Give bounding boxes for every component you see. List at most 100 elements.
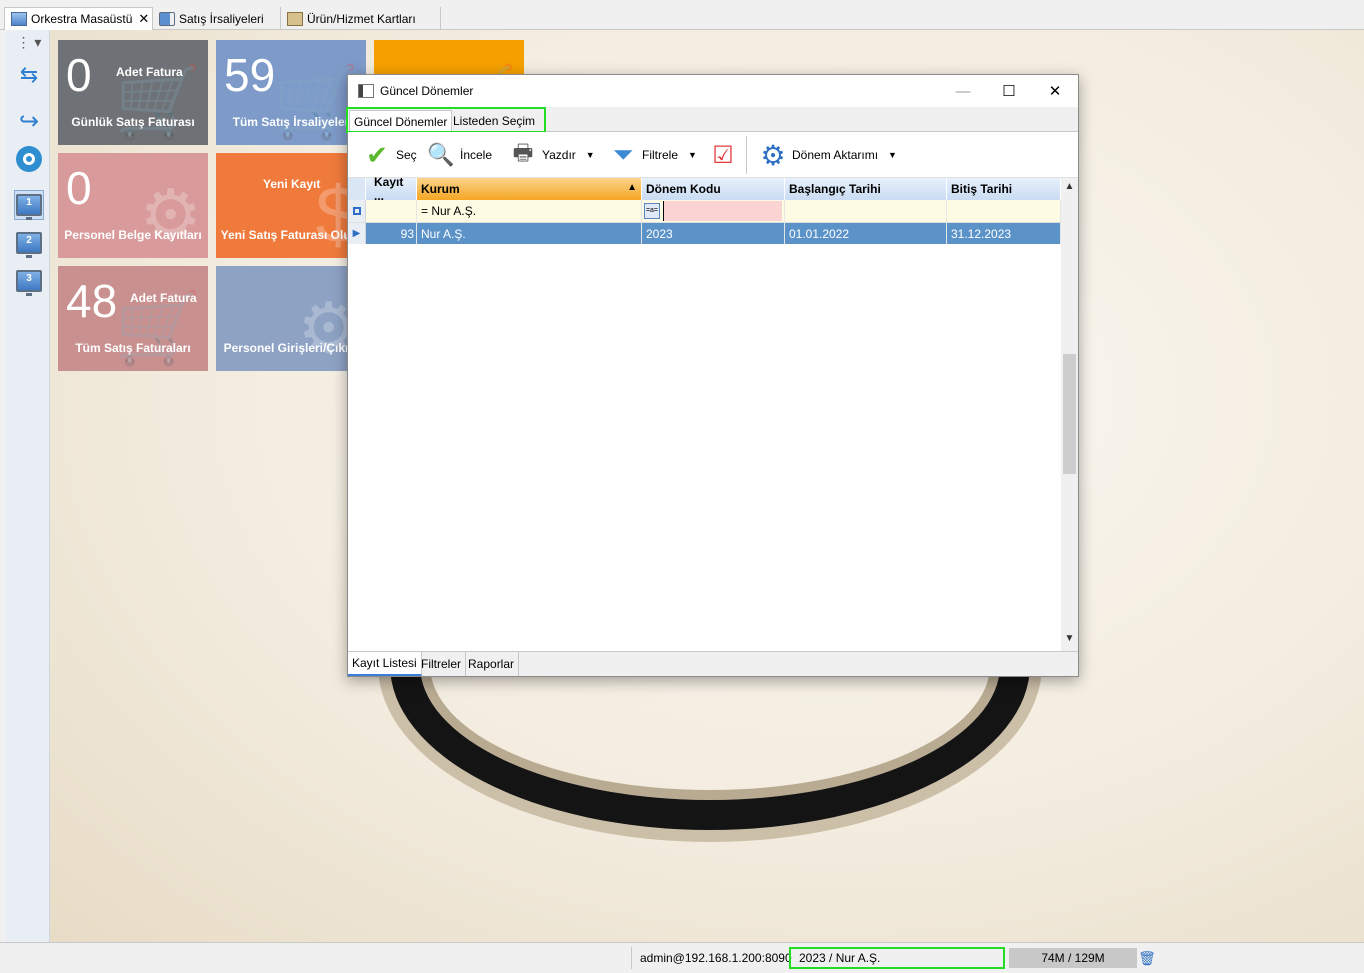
filter-bitis[interactable] [947,200,1061,222]
sec-button[interactable]: ✔ Seç [362,140,417,170]
tile-label: Tüm Satış Faturaları [75,341,191,355]
app-tab-bar: Orkestra Masaüstü ✕ Satış İrsaliyeleri Ü… [0,7,1364,30]
incele-button[interactable]: 🔍 İncele [426,140,492,170]
tab-urun-hizmet-kartlari[interactable]: Ürün/Hizmet Kartları [281,7,441,30]
active-period[interactable]: 2023 / Nur A.Ş. [789,947,1005,969]
filter-row-indicator [348,200,366,222]
tab-filtreler[interactable]: Filtreler [417,652,467,676]
dropdown-arrow-icon[interactable]: ▼ [888,150,897,160]
status-bar: admin@192.168.1.200:8090 2023 / Nur A.Ş.… [0,942,1364,973]
checklist-icon: ☑ [712,141,734,169]
col-bitis-tarihi[interactable]: Bitiş Tarihi [947,178,1061,200]
highlight-box [346,107,546,133]
cell-kayit: 93 [366,223,417,244]
cell-baslangic: 01.01.2022 [785,223,947,244]
header-indicator [348,178,366,200]
filter-kurum[interactable]: = Nur A.Ş. [417,200,642,222]
tab-kayit-listesi[interactable]: Kayıt Listesi [348,652,422,676]
desktop-2-button[interactable]: 2 [14,228,44,258]
tile-personel-girisleri[interactable]: ⚙ Personel Girişleri/Çıkışl [216,266,366,371]
tile-caption: Adet Fatura [116,65,183,79]
tile-caption: Yeni Kayıt [263,177,321,191]
printer-icon: 🖶 [512,140,534,165]
vertical-scrollbar[interactable]: ▲ ▼ [1061,178,1078,651]
gear-icon: ⚙ [760,139,786,171]
scroll-down-icon[interactable]: ▼ [1061,630,1078,647]
col-donem-kodu[interactable]: Dönem Kodu [642,178,785,200]
filter-row: = Nur A.Ş. =a= [348,200,1061,223]
scroll-up-icon[interactable]: ▲ [1061,178,1078,195]
table-row[interactable]: ▶ 93 Nur A.Ş. 2023 01.01.2022 31.12.2023 [348,223,1061,244]
settings-icon[interactable] [14,144,44,174]
filter-donem-input[interactable] [663,201,782,221]
trash-icon[interactable]: 🗑 [1138,949,1156,967]
desktop-icon [11,12,27,26]
yazdir-button[interactable]: 🖶 Yazdır ▼ [508,140,595,170]
tab-orkestra-masaustu[interactable]: Orkestra Masaüstü ✕ [4,7,153,30]
toolbar-separator [746,136,747,174]
connection-info: admin@192.168.1.200:8090 [631,947,792,969]
grid-header: Kayıt ... Kurum ▲ Dönem Kodu Başlangıç T… [348,175,1061,203]
dialog-title: Güncel Dönemler [380,84,474,98]
tile-gunluk-satis-faturasi[interactable]: 🛒 0 Adet Fatura Günlük Satış Faturası [58,40,208,145]
guncel-donemler-dialog: Güncel Dönemler — ☐ ✕ Güncel Dönemler Li… [346,74,1079,677]
desktop-1-button[interactable]: 1 [14,190,44,220]
tile-tum-satis-faturalari[interactable]: 🛒 48 Adet Fatura Tüm Satış Faturaları [58,266,208,371]
new-record-icon[interactable]: ↪ [14,106,44,136]
tab-raporlar[interactable]: Raporlar [464,652,520,676]
tile-number: 59 [224,49,276,101]
magnifier-icon: 🔍 [427,142,455,167]
tile-number: 0 [66,49,92,101]
checkmark-icon: ✔ [366,139,388,170]
tab-satis-irsaliyeleri[interactable]: Satış İrsaliyeleri [153,7,281,30]
close-icon[interactable]: ✕ [138,11,149,27]
col-kurum[interactable]: Kurum ▲ [417,178,642,200]
maximize-button[interactable]: ☐ [986,75,1032,107]
tile-label: Personel Girişleri/Çıkışl [223,341,359,355]
tile-label: Tüm Satış İrsaliyeler [232,115,350,129]
tile-number: 0 [66,162,92,214]
scroll-thumb[interactable] [1063,354,1076,474]
close-button[interactable]: ✕ [1032,75,1078,107]
sort-ascending-icon: ▲ [627,182,637,193]
filter-operator-badge[interactable]: =a= [644,203,660,219]
period-grid: Kayıt ... Kurum ▲ Dönem Kodu Başlangıç T… [348,175,1078,651]
tab-label: Orkestra Masaüstü [31,12,133,26]
tile-tum-satis-irsaliyeler[interactable]: 🛒 59 Tüm Satış İrsaliyeler [216,40,366,145]
filter-baslangic[interactable] [785,200,947,222]
tab-label: Ürün/Hizmet Kartları [307,11,416,26]
cell-donem-kodu: 2023 [642,223,785,244]
filtrele-button[interactable]: ⏷ Filtrele ▼ [608,139,697,170]
window-top-strip [0,0,1364,7]
more-options-icon[interactable]: ⋮ ▾ [14,32,44,52]
tile-yeni-satis-faturasi[interactable]: $ Yeni Kayıt Yeni Satış Faturası Oluşt [216,153,366,258]
approve-button[interactable]: ☑ [708,140,742,170]
bottom-tab-strip: Kayıt Listesi Filtreler Raporlar [348,651,1078,676]
dialog-titlebar: Güncel Dönemler — ☐ ✕ [348,75,1078,107]
cell-kurum: Nur A.Ş. [417,223,642,244]
row-indicator: ▶ [348,223,366,244]
refresh-icon[interactable]: ⇆ [14,60,44,90]
left-toolbar: ⋮ ▾ ⇆ ↪ 1 2 3 [6,30,50,942]
tile-personel-belge-kayitlari[interactable]: ⚙ 0 Personel Belge Kayıtları [58,153,208,258]
minimize-button[interactable]: — [940,75,986,107]
tile-label: Yeni Satış Faturası Oluşt [220,228,362,242]
desktop-3-button[interactable]: 3 [14,266,44,296]
donem-aktarimi-button[interactable]: ⚙ Dönem Aktarımı ▼ [758,139,897,171]
col-kayit[interactable]: Kayıt ... [366,175,417,203]
filter-icon: ⏷ [612,139,634,169]
box-icon [287,11,303,26]
monitor-icon: 1 [16,194,42,220]
dropdown-arrow-icon[interactable]: ▼ [688,150,697,160]
window-icon [358,84,374,98]
tile-caption: Adet Fatura [130,291,197,305]
filter-donem-kodu[interactable]: =a= [642,200,785,222]
dropdown-arrow-icon[interactable]: ▼ [586,150,595,160]
col-baslangic-tarihi[interactable]: Başlangıç Tarihi [785,178,947,200]
dialog-toolbar: ✔ Seç 🔍 İncele 🖶 Yazdır ▼ ⏷ Filtrele ▼ ☑… [348,132,1078,178]
filter-kayit[interactable] [366,200,417,222]
memory-usage: 74M / 129M [1009,948,1137,968]
cell-bitis: 31.12.2023 [947,223,1061,244]
monitor-icon: 3 [16,270,42,296]
tile-label: Günlük Satış Faturası [71,115,195,129]
